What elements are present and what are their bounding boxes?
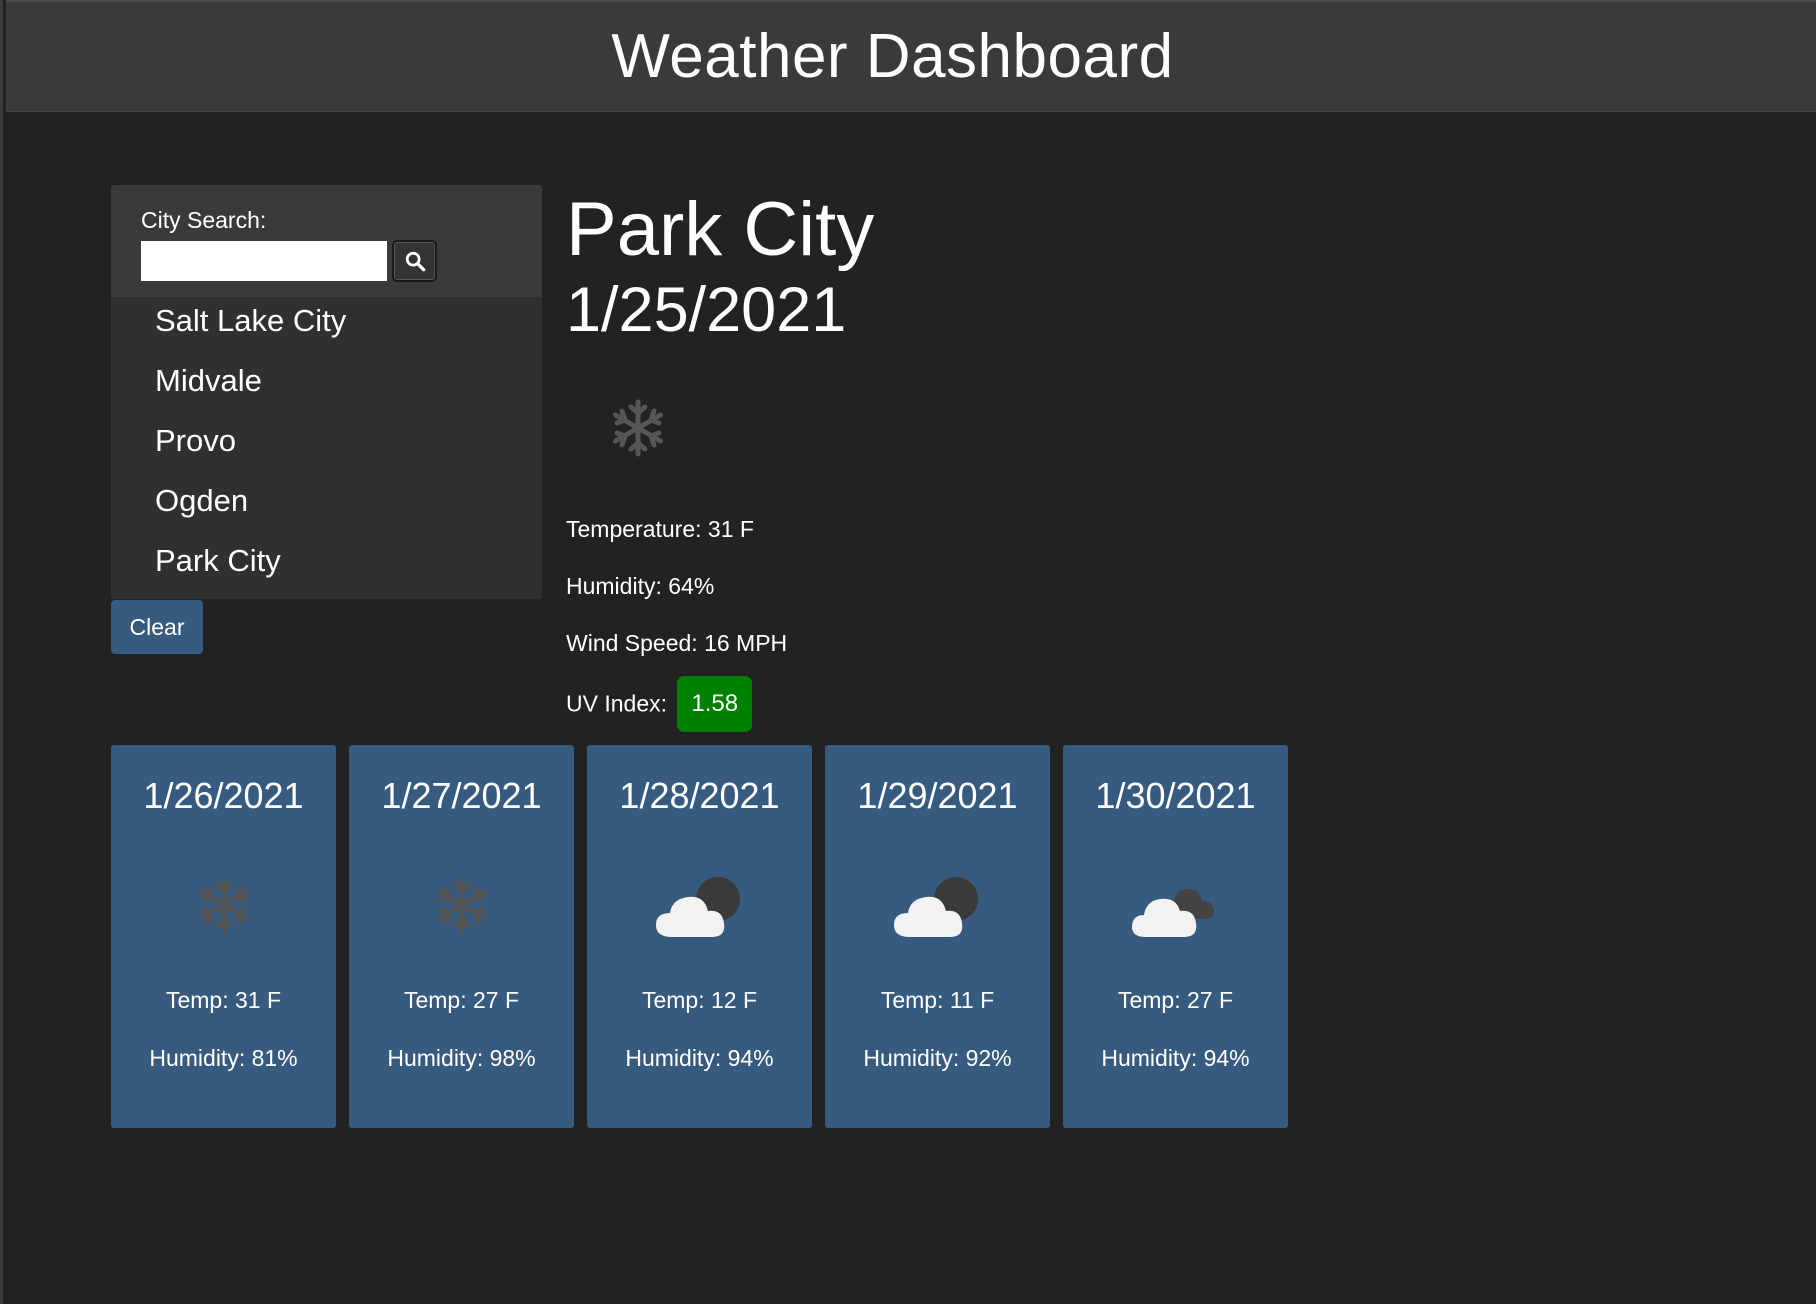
current-temperature: Temperature: 31 F (566, 516, 754, 542)
current-date: 1/25/2021 (566, 275, 847, 345)
forecast-temp: Temp: 11 F (880, 987, 995, 1013)
search-button[interactable] (392, 240, 437, 282)
forecast-humidity: Humidity: 81% (149, 1045, 298, 1071)
current-city-name: Park City (566, 187, 875, 272)
forecast-temp: Temp: 27 F (1117, 987, 1234, 1013)
night-cloud-icon (893, 877, 978, 937)
forecast-humidity: Humidity: 94% (625, 1045, 774, 1071)
app-header: Weather Dashboard (6, 0, 1816, 112)
clear-button[interactable]: Clear (111, 600, 203, 654)
search-panel: City Search: Salt Lake City Midvale Prov… (111, 185, 542, 599)
current-wind-speed: Wind Speed: 16 MPH (566, 630, 788, 656)
forecast-card: 1/26/2021 Temp: 31 F Humidity: 81% (111, 745, 336, 1128)
forecast-card: 1/27/2021 Temp: 27 F Humidity: 98% (349, 745, 574, 1128)
five-day-forecast: 1/26/2021 Temp: 31 F Humidity: 81% 1/27/… (111, 745, 1288, 1128)
search-label: City Search: (141, 207, 267, 233)
forecast-temp: Temp: 31 F (165, 987, 282, 1013)
forecast-humidity: Humidity: 92% (863, 1045, 1012, 1071)
snow-icon (436, 876, 487, 934)
snow-icon (613, 399, 663, 457)
city-item-ogden[interactable]: Ogden (111, 477, 542, 537)
current-uv-row: UV Index: 1.58 (566, 676, 753, 732)
snow-icon (198, 876, 249, 934)
city-item-park-city[interactable]: Park City (111, 537, 542, 597)
search-row (141, 240, 512, 282)
night-cloud-icon (655, 877, 740, 937)
forecast-date: 1/29/2021 (857, 775, 1018, 816)
forecast-card: 1/28/2021 Temp: 12 F Humidity: 94% (587, 745, 812, 1128)
uv-index-label: UV Index: (566, 690, 667, 717)
city-history-list: Salt Lake City Midvale Provo Ogden Park … (111, 297, 542, 597)
forecast-date: 1/28/2021 (619, 775, 780, 816)
forecast-card: 1/29/2021 Temp: 11 F Humidity: 92% (825, 745, 1050, 1128)
current-humidity: Humidity: 64% (566, 573, 715, 599)
forecast-humidity: Humidity: 98% (387, 1045, 536, 1071)
forecast-date: 1/27/2021 (381, 775, 542, 816)
broken-clouds-icon (1131, 889, 1214, 937)
forecast-date: 1/30/2021 (1095, 775, 1256, 816)
app-title: Weather Dashboard (611, 22, 1174, 91)
city-search-input[interactable] (141, 241, 387, 281)
current-weather: Park City 1/25/2021 Temperature: 31 F Hu… (566, 187, 1266, 732)
city-item-provo[interactable]: Provo (111, 417, 542, 477)
search-icon (405, 251, 425, 272)
uv-index-badge: 1.58 (677, 676, 753, 732)
forecast-date: 1/26/2021 (143, 775, 304, 816)
forecast-card: 1/30/2021 Temp: 27 F Humidity: 94% (1063, 745, 1288, 1128)
forecast-humidity: Humidity: 94% (1101, 1045, 1250, 1071)
search-box: City Search: (111, 185, 542, 297)
city-item-salt-lake-city[interactable]: Salt Lake City (111, 297, 542, 357)
page: Weather Dashboard City Search: Salt Lake… (0, 0, 1816, 1304)
forecast-temp: Temp: 27 F (403, 987, 520, 1013)
city-item-midvale[interactable]: Midvale (111, 357, 542, 417)
forecast-temp: Temp: 12 F (641, 987, 758, 1013)
